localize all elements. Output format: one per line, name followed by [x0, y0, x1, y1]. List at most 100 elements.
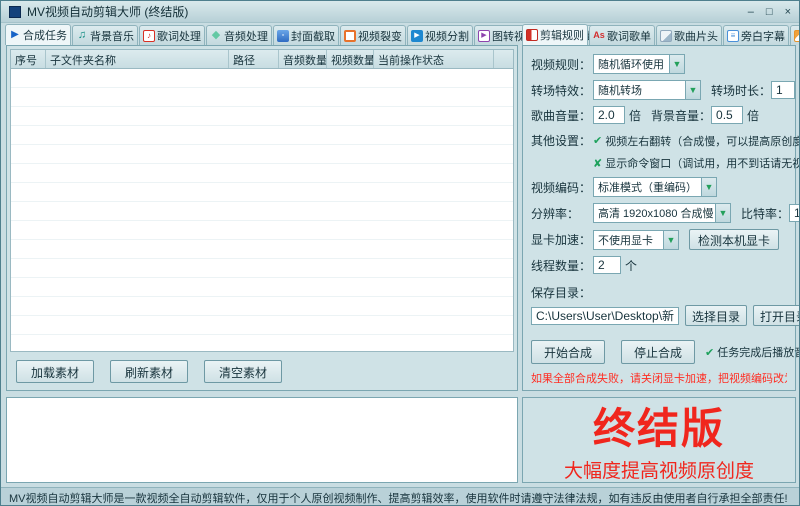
gpu-dropdown[interactable]: 不使用显卡 ▼ — [593, 230, 679, 250]
maximize-button[interactable]: □ — [766, 6, 773, 18]
material-buttons-row: 加载素材 刷新素材 清空素材 — [10, 352, 514, 383]
video-rule-label: 视频规则： — [531, 56, 593, 73]
tab-audio-processing[interactable]: ◆ 音频处理 — [206, 25, 272, 45]
encode-dropdown[interactable]: 标准模式（重编码） ▼ — [593, 177, 717, 197]
save-dir-row: 选择目录 打开目录 — [531, 305, 787, 326]
col-path: 路径 — [229, 50, 279, 68]
play-icon: ▶ — [9, 29, 21, 41]
tab-label: 旁白字幕 — [741, 28, 785, 44]
threads-input[interactable] — [593, 256, 621, 274]
tab-song-intro[interactable]: 歌曲片头 — [656, 25, 722, 45]
resolution-label: 分辨率： — [531, 205, 593, 222]
left-tab-bar: ▶ 合成任务 ♫ 背景音乐 ♪ 歌词处理 ◆ 音频处理 ▫ 封面截取 视频裂变 … — [5, 24, 608, 45]
other-settings-label: 其他设置： — [531, 132, 593, 149]
tab-compose-task[interactable]: ▶ 合成任务 — [5, 24, 71, 45]
encode-row: 视频编码： 标准模式（重编码） ▼ — [531, 177, 787, 197]
bg-volume-input[interactable] — [711, 106, 743, 124]
video-rule-row: 视频规则： 随机循环使用 ▼ — [531, 54, 787, 74]
tab-edit-rules[interactable]: 剪辑规则 — [522, 24, 588, 45]
song-volume-input[interactable] — [593, 106, 625, 124]
volume-row: 歌曲音量： 倍 背景音量： 倍 — [531, 106, 787, 124]
chevron-down-icon[interactable]: ▼ — [663, 230, 679, 250]
bitrate-input[interactable] — [789, 204, 800, 222]
transition-value: 随机转场 — [593, 80, 685, 100]
video-fission-icon — [344, 30, 356, 42]
chevron-down-icon[interactable]: ▼ — [669, 54, 685, 74]
load-material-button[interactable]: 加载素材 — [16, 360, 94, 383]
app-window: MV视频自动剪辑大师 (终结版) – □ × ▶ 合成任务 ♫ 背景音乐 ♪ 歌… — [0, 0, 800, 506]
failure-hint-text: 如果全部合成失败，请关闭显卡加速，把视频编码改为重编码后重试 — [531, 370, 787, 384]
chevron-down-icon[interactable]: ▼ — [715, 203, 731, 223]
tab-cover-capture[interactable]: ▫ 封面截取 — [273, 25, 339, 45]
window-controls: – □ × — [748, 6, 791, 18]
edition-banner: 终结版 大幅度提高视频原创度 — [522, 397, 796, 483]
bg-volume-label: 背景音量： — [651, 107, 711, 124]
chevron-down-icon[interactable]: ▼ — [685, 80, 701, 100]
tab-export-title[interactable]: 导出标题 — [790, 25, 800, 45]
checkmark-icon[interactable]: ✔ — [593, 134, 602, 147]
song-volume-label: 歌曲音量： — [531, 107, 593, 124]
tab-label: 背景音乐 — [90, 28, 134, 44]
task-table[interactable]: 序号 子文件夹名称 路径 音频数量 视频数量 当前操作状态 — [10, 49, 514, 352]
edition-title: 终结版 — [523, 406, 795, 452]
cross-icon[interactable]: ✘ — [593, 157, 602, 170]
threads-label: 线程数量： — [531, 257, 593, 274]
export-title-icon — [794, 30, 800, 42]
checkmark-icon[interactable]: ✔ — [705, 346, 714, 359]
song-intro-icon — [660, 30, 672, 42]
open-dir-button[interactable]: 打开目录 — [753, 305, 800, 326]
music-note-icon: ♫ — [76, 30, 88, 42]
resolution-dropdown[interactable]: 高清 1920x1080 合成慢 ▼ — [593, 203, 731, 223]
transition-dropdown[interactable]: 随机转场 ▼ — [593, 80, 701, 100]
sound-option-label[interactable]: 任务完成后播放音效 — [717, 344, 800, 360]
transition-duration-input[interactable] — [771, 81, 795, 99]
narration-subtitle-icon: ≡ — [727, 30, 739, 42]
col-video-count: 视频数量 — [327, 50, 374, 68]
start-compose-button[interactable]: 开始合成 — [531, 340, 605, 364]
tab-video-fission[interactable]: 视频裂变 — [340, 25, 406, 45]
tab-background-music[interactable]: ♫ 背景音乐 — [72, 25, 138, 45]
video-rule-dropdown[interactable]: 随机循环使用 ▼ — [593, 54, 685, 74]
gpu-label: 显卡加速： — [531, 231, 593, 248]
save-dir-label-row: 保存目录： — [531, 284, 787, 301]
col-empty — [494, 50, 513, 68]
tab-label: 音频处理 — [224, 28, 268, 44]
resolution-row: 分辨率： 高清 1920x1080 合成慢 ▼ 比特率： k — [531, 203, 787, 223]
detect-gpu-button[interactable]: 检测本机显卡 — [689, 229, 779, 250]
save-dir-input[interactable] — [531, 307, 679, 325]
tab-lyrics-processing[interactable]: ♪ 歌词处理 — [139, 25, 205, 45]
transition-duration-label: 转场时长： — [711, 82, 771, 99]
image-to-video-icon: ▶ — [478, 30, 490, 42]
song-volume-unit: 倍 — [629, 107, 641, 124]
tab-label: 封面截取 — [291, 28, 335, 44]
flip-option-row: 其他设置： ✔ 视频左右翻转（合成慢，可以提高原创度） — [531, 132, 787, 149]
cmd-option-label[interactable]: 显示命令窗口（调试用，用不到话请无视） — [605, 155, 800, 171]
cover-capture-icon: ▫ — [277, 30, 289, 42]
window-title: MV视频自动剪辑大师 (终结版) — [27, 3, 188, 20]
lyrics-list-icon: As — [593, 30, 605, 42]
edition-subtitle: 大幅度提高视频原创度 — [523, 456, 795, 483]
col-index: 序号 — [11, 50, 46, 68]
close-button[interactable]: × — [785, 6, 791, 18]
tab-video-split[interactable]: ▶ 视频分割 — [407, 25, 473, 45]
status-text: MV视频自动剪辑大师是一款视频全自动剪辑软件，仅用于个人原创视频制作、提高剪辑效… — [9, 493, 788, 505]
tab-narration-subtitle[interactable]: ≡ 旁白字幕 — [723, 25, 789, 45]
tab-label: 歌曲片头 — [674, 28, 718, 44]
video-rule-value: 随机循环使用 — [593, 54, 669, 74]
clear-material-button[interactable]: 清空素材 — [204, 360, 282, 383]
tab-label: 视频裂变 — [358, 28, 402, 44]
resolution-value: 高清 1920x1080 合成慢 — [593, 203, 715, 223]
stop-compose-button[interactable]: 停止合成 — [621, 340, 695, 364]
video-split-icon: ▶ — [411, 30, 423, 42]
task-table-body[interactable] — [11, 69, 513, 351]
tab-lyrics-list[interactable]: As 歌词歌单 — [589, 25, 655, 45]
log-panel — [6, 397, 518, 483]
flip-option-label[interactable]: 视频左右翻转（合成慢，可以提高原创度） — [605, 133, 800, 149]
choose-dir-button[interactable]: 选择目录 — [685, 305, 747, 326]
tab-label: 歌词处理 — [157, 28, 201, 44]
gpu-row: 显卡加速： 不使用显卡 ▼ 检测本机显卡 — [531, 229, 787, 250]
threads-row: 线程数量： 个 — [531, 256, 787, 274]
chevron-down-icon[interactable]: ▼ — [701, 177, 717, 197]
minimize-button[interactable]: – — [748, 6, 754, 18]
refresh-material-button[interactable]: 刷新素材 — [110, 360, 188, 383]
